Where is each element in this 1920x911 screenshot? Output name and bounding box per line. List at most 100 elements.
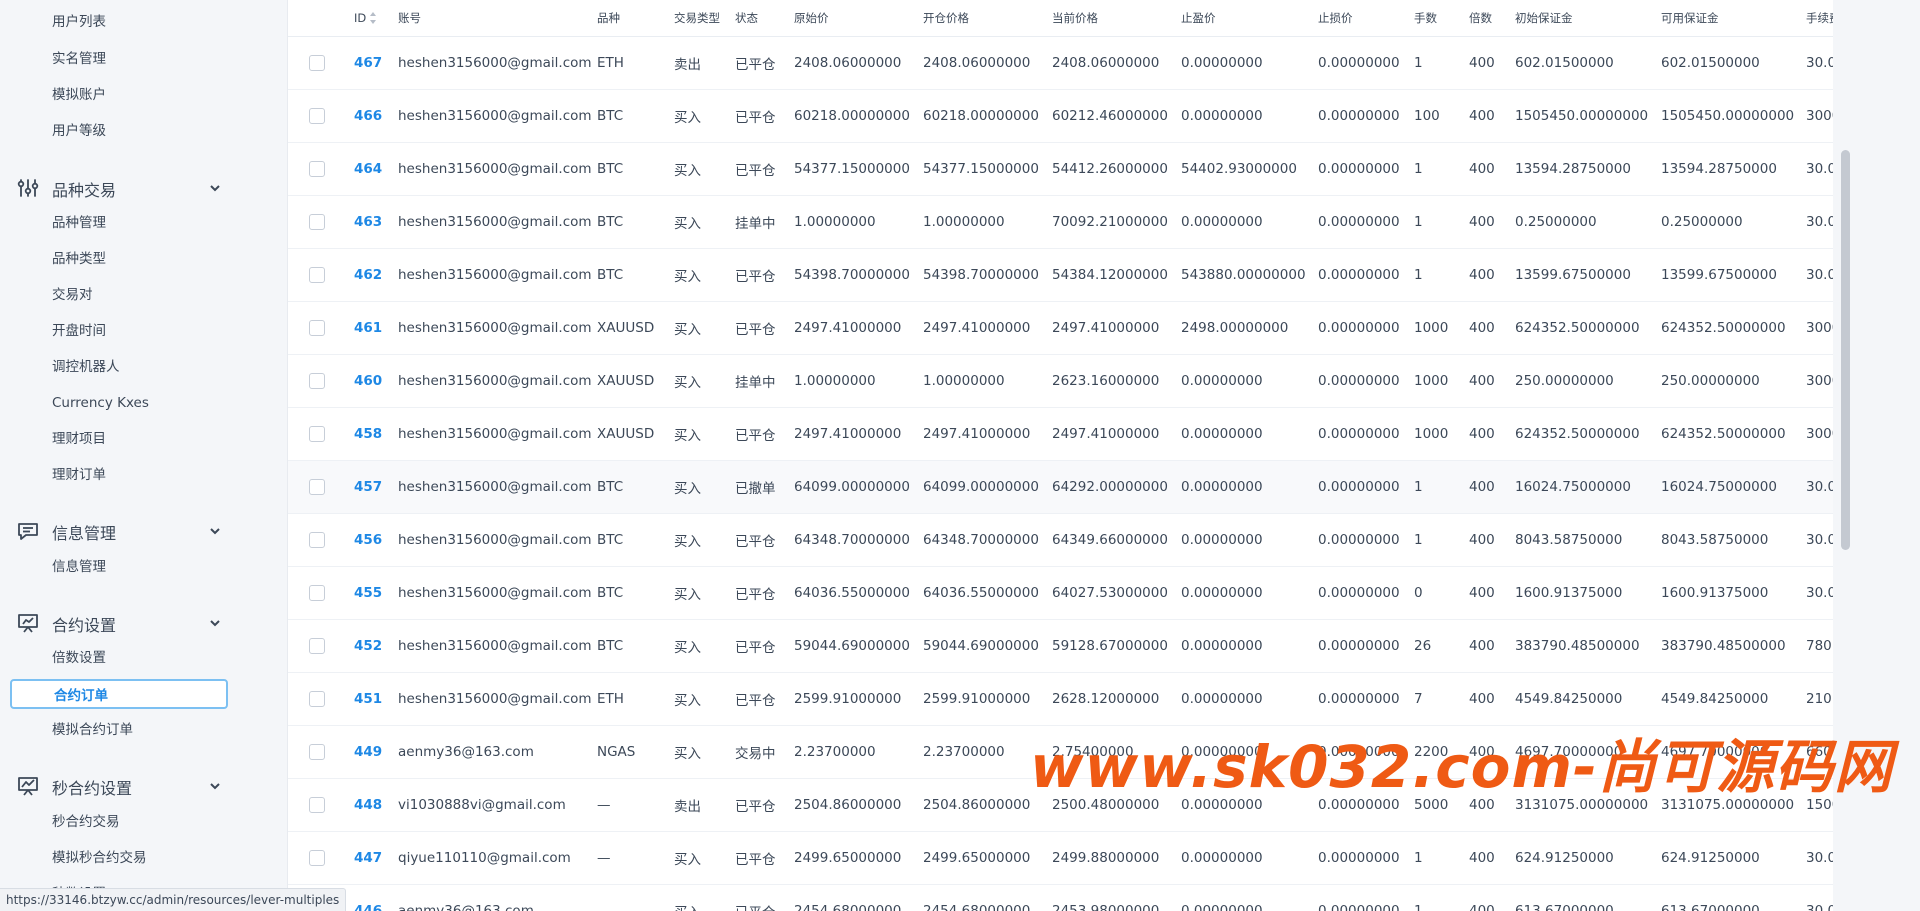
sidebar-item-currency-kxes[interactable]: Currency Kxes: [52, 392, 149, 414]
cell-available-margin: 250.00000000: [1659, 354, 1804, 408]
order-id-link[interactable]: 452: [354, 638, 382, 654]
table-row[interactable]: 467 heshen3156000@gmail.com ETH 卖出 已平仓 2408.0…: [288, 36, 1858, 90]
row-checkbox[interactable]: [309, 532, 325, 548]
row-checkbox[interactable]: [309, 373, 325, 389]
sidebar-group-second-contracts[interactable]: 秒合约设置: [17, 774, 222, 798]
order-id-link[interactable]: 456: [354, 532, 382, 548]
order-id-link[interactable]: 466: [354, 108, 382, 124]
sidebar-item-user-list[interactable]: 用户列表: [52, 11, 106, 33]
cell-stop-loss: 0.00000000: [1316, 831, 1412, 885]
row-checkbox[interactable]: [309, 161, 325, 177]
order-id-link[interactable]: 447: [354, 850, 382, 866]
cell-original-price: 54398.70000000: [792, 248, 921, 302]
table-row[interactable]: 461 heshen3156000@gmail.com XAUUSD 买入 已平仓 249…: [288, 301, 1858, 355]
sidebar-item-open-hours[interactable]: 开盘时间: [52, 320, 106, 342]
sidebar-group-contracts[interactable]: 合约设置: [17, 611, 222, 635]
chevron-down-icon: [208, 778, 222, 792]
status-url-bar: https://33146.btzyw.cc/admin/resources/l…: [0, 888, 347, 911]
table-row[interactable]: 462 heshen3156000@gmail.com BTC 买入 已平仓 54398.…: [288, 248, 1858, 302]
sidebar-item-symbols[interactable]: 品种管理: [52, 212, 106, 234]
sidebar-item-kyc[interactable]: 实名管理: [52, 48, 106, 70]
row-select-cell: [288, 248, 352, 302]
order-id-link[interactable]: 462: [354, 267, 382, 283]
row-checkbox[interactable]: [309, 797, 325, 813]
select-all-cell: [288, 0, 352, 37]
cell-account: heshen3156000@gmail.com: [396, 619, 595, 673]
row-checkbox[interactable]: [309, 214, 325, 230]
cell-initial-margin: 624.91250000: [1513, 831, 1659, 885]
cell-trade-type: 买入: [672, 354, 733, 408]
cell-account: aenmy36@163.com: [396, 884, 595, 911]
cell-initial-margin: 1600.91375000: [1513, 566, 1659, 620]
row-checkbox[interactable]: [309, 108, 325, 124]
order-id-link[interactable]: 458: [354, 426, 382, 442]
row-checkbox[interactable]: [309, 479, 325, 495]
sidebar-item-messages[interactable]: 信息管理: [52, 556, 106, 578]
sidebar-item-demo-accounts[interactable]: 模拟账户: [52, 84, 106, 106]
row-checkbox[interactable]: [309, 267, 325, 283]
sidebar-item-demo-second-trades[interactable]: 模拟秒合约交易: [52, 847, 147, 869]
row-checkbox[interactable]: [309, 691, 325, 707]
cell-lots: 1: [1412, 36, 1467, 90]
sidebar-item-symbol-types[interactable]: 品种类型: [52, 248, 106, 270]
table-row[interactable]: 464 heshen3156000@gmail.com BTC 买入 已平仓 54377.…: [288, 142, 1858, 196]
cell-account: heshen3156000@gmail.com: [396, 36, 595, 90]
row-select-cell: [288, 142, 352, 196]
sidebar-item-leverage[interactable]: 倍数设置: [52, 647, 106, 669]
cell-lots: 1000: [1412, 354, 1467, 408]
table-row[interactable]: 460 heshen3156000@gmail.com XAUUSD 买入 挂单中 1.0…: [288, 354, 1858, 408]
table-row[interactable]: 456 heshen3156000@gmail.com BTC 买入 已平仓 64348.…: [288, 513, 1858, 567]
order-id-link[interactable]: 467: [354, 55, 382, 71]
row-checkbox[interactable]: [309, 426, 325, 442]
sidebar-item-second-trades[interactable]: 秒合约交易: [52, 811, 120, 833]
sidebar-item-user-levels[interactable]: 用户等级: [52, 120, 106, 142]
row-checkbox[interactable]: [309, 320, 325, 336]
sidebar-item-finance-products[interactable]: 理财项目: [52, 428, 106, 450]
sidebar-item-finance-orders[interactable]: 理财订单: [52, 464, 106, 486]
row-checkbox[interactable]: [309, 744, 325, 760]
sidebar-item-bots[interactable]: 调控机器人: [52, 356, 120, 378]
cell-trade-type: 买入: [672, 513, 733, 567]
sidebar-item-demo-contract-orders[interactable]: 模拟合约订单: [52, 719, 133, 741]
cell-account: heshen3156000@gmail.com: [396, 248, 595, 302]
table-row[interactable]: 452 heshen3156000@gmail.com BTC 买入 已平仓 59044.…: [288, 619, 1858, 673]
table-row[interactable]: 455 heshen3156000@gmail.com BTC 买入 已平仓 64036.…: [288, 566, 1858, 620]
cell-status: 挂单中: [733, 354, 792, 408]
table-row[interactable]: 457 heshen3156000@gmail.com BTC 买入 已撤单 64099.…: [288, 460, 1858, 514]
table-row[interactable]: 463 heshen3156000@gmail.com BTC 买入 挂单中 1.0000…: [288, 195, 1858, 249]
order-id-link[interactable]: 446: [354, 903, 382, 911]
sidebar-group-messages[interactable]: 信息管理: [17, 519, 222, 543]
order-id-link[interactable]: 463: [354, 214, 382, 230]
table-row[interactable]: 446aenmy36@163.com—买入已平仓2454.68000000245…: [288, 884, 1858, 911]
cell-current-price: 64027.53000000: [1050, 566, 1179, 620]
row-checkbox[interactable]: [309, 55, 325, 71]
table-row[interactable]: 447 qiyue110110@gmail.com — 买入 已平仓 2499.65000…: [288, 831, 1858, 885]
order-id-link[interactable]: 449: [354, 744, 382, 760]
row-checkbox[interactable]: [309, 638, 325, 654]
order-id-link[interactable]: 455: [354, 585, 382, 601]
cell-trade-type: 买入: [672, 831, 733, 885]
order-id-link[interactable]: 457: [354, 479, 382, 495]
table-row[interactable]: 451 heshen3156000@gmail.com ETH 买入 已平仓 2599.9…: [288, 672, 1858, 726]
cell-current-price: 2628.12000000: [1050, 672, 1179, 726]
order-id-link[interactable]: 461: [354, 320, 382, 336]
sort-icon[interactable]: [369, 11, 377, 25]
sidebar-item-pairs[interactable]: 交易对: [52, 284, 93, 306]
cell-available-margin: 0.25000000: [1659, 195, 1804, 249]
cell-trade-type: 买入: [672, 142, 733, 196]
cell-account: heshen3156000@gmail.com: [396, 513, 595, 567]
order-id-link[interactable]: 464: [354, 161, 382, 177]
order-id-link[interactable]: 448: [354, 797, 382, 813]
cell-original-price: 64348.70000000: [792, 513, 921, 567]
table-row[interactable]: 458 heshen3156000@gmail.com XAUUSD 买入 已平仓 249…: [288, 407, 1858, 461]
sidebar-group-trading[interactable]: 品种交易: [17, 176, 222, 200]
order-id-link[interactable]: 451: [354, 691, 382, 707]
cell-id: 448: [352, 778, 396, 832]
table-row[interactable]: 466 heshen3156000@gmail.com BTC 买入 已平仓 60218.…: [288, 89, 1858, 143]
column-header-id[interactable]: ID: [352, 0, 396, 37]
row-checkbox[interactable]: [309, 850, 325, 866]
row-checkbox[interactable]: [309, 585, 325, 601]
order-id-link[interactable]: 460: [354, 373, 382, 389]
sidebar-item-contract-orders[interactable]: 合约订单: [10, 679, 228, 709]
scrollbar-thumb[interactable]: [1841, 150, 1850, 550]
